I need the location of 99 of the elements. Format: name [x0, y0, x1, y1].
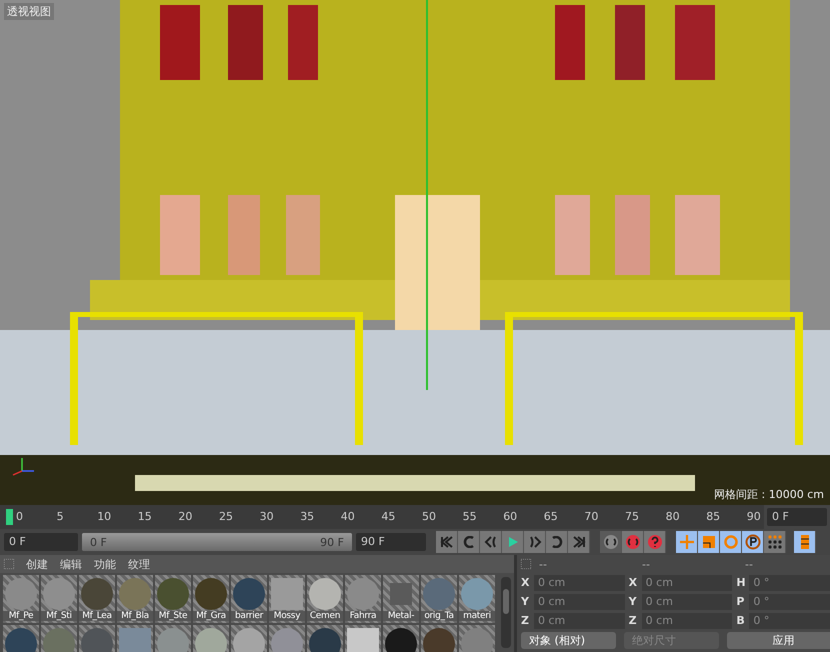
panel-grip-icon[interactable] — [4, 559, 14, 569]
coordinate-field[interactable]: 0 cm — [534, 612, 625, 628]
key-help-icon — [646, 534, 662, 550]
material-swatch[interactable]: Metal- — [383, 575, 419, 623]
frame-number: 90 — [746, 510, 761, 523]
frame-number: 15 — [138, 510, 152, 523]
frame-number: 85 — [706, 510, 720, 523]
prev-key-button[interactable] — [458, 531, 480, 553]
frame-number: 25 — [219, 510, 233, 523]
next-frame-button[interactable] — [524, 531, 546, 553]
last-button[interactable] — [568, 531, 590, 553]
scale-icon — [700, 534, 716, 550]
grid-icon — [766, 534, 782, 550]
axis-label: H — [736, 576, 746, 589]
frame-number: 20 — [178, 510, 192, 523]
frame-number: 0 — [16, 510, 23, 523]
coordinate-field[interactable]: 0 cm — [534, 594, 625, 610]
record-icon — [602, 534, 618, 550]
axis-label: X — [628, 576, 638, 589]
axis-label: B — [736, 614, 746, 627]
axis-label: Y — [521, 595, 530, 608]
frame-number: 60 — [503, 510, 518, 523]
next-key-button[interactable] — [546, 531, 568, 553]
frame-number: 35 — [300, 510, 314, 523]
param-tool-button[interactable] — [742, 531, 764, 553]
material-swatch[interactable]: orig_Ta — [421, 575, 457, 623]
first-button[interactable] — [436, 531, 458, 553]
material-swatch[interactable]: Mf_Lea — [79, 575, 115, 623]
axis-label: Z — [628, 614, 638, 627]
material-swatch[interactable]: Mf_Pe — [3, 575, 39, 623]
material-swatch[interactable]: materi — [459, 575, 495, 623]
material-swatch[interactable]: Mf_Sti — [41, 575, 77, 623]
coordinate-field[interactable]: 0 ° — [749, 574, 830, 590]
material-swatch[interactable]: Mf_Bla — [117, 575, 153, 623]
frame-number: 10 — [97, 510, 112, 523]
axis-label: Y — [628, 595, 638, 608]
frame-number: 75 — [625, 510, 639, 523]
material-swatch[interactable]: Mossy — [269, 575, 305, 623]
coordinate-field[interactable]: 0 ° — [749, 594, 830, 610]
film-tool-button[interactable] — [794, 531, 816, 553]
menu-item[interactable]: 创建 — [26, 556, 48, 572]
viewport-title: 透视视图 — [4, 3, 54, 20]
next-frame-icon — [528, 536, 542, 548]
material-swatch[interactable]: Fahrra — [345, 575, 381, 623]
grid-tool-button[interactable] — [764, 531, 786, 553]
material-swatch[interactable]: Mf_Ste — [155, 575, 191, 623]
play-button[interactable] — [502, 531, 524, 553]
frame-number: 5 — [56, 510, 64, 523]
playhead-marker[interactable] — [6, 509, 13, 525]
axis-label: Z — [521, 614, 530, 627]
coordinate-field[interactable]: 0 cm — [642, 594, 732, 610]
rotate-tool-button[interactable] — [720, 531, 742, 553]
axis-gizmo-icon — [10, 455, 36, 477]
column-header: -- — [642, 558, 651, 570]
param-icon — [744, 534, 760, 550]
material-swatch[interactable]: Cemen — [307, 575, 343, 623]
apply-button[interactable]: 应用 — [727, 632, 830, 649]
frame-number: 65 — [544, 510, 558, 523]
menu-item[interactable]: 纹理 — [128, 556, 150, 572]
move-tool-button[interactable] — [676, 531, 698, 553]
menu-item[interactable]: 功能 — [94, 556, 116, 572]
next-key-icon — [550, 536, 564, 548]
frame-number: 45 — [381, 510, 396, 523]
start-frame-field[interactable]: 0 F — [4, 533, 78, 551]
frame-number: 55 — [462, 510, 477, 523]
prev-frame-icon — [484, 536, 498, 548]
coordinate-field[interactable]: 0 cm — [642, 574, 732, 590]
prev-frame-button[interactable] — [480, 531, 502, 553]
coordinate-field[interactable]: 0 cm — [534, 574, 625, 590]
material-swatch[interactable]: Mf_Gra — [193, 575, 229, 623]
scale-tool-button[interactable] — [698, 531, 720, 553]
key-help-button[interactable] — [644, 531, 666, 553]
prev-key-icon — [462, 536, 476, 548]
rotate-icon — [722, 534, 738, 550]
coordinate-field[interactable]: 0 cm — [642, 612, 732, 628]
axis-label: X — [521, 576, 530, 589]
frame-number: 30 — [260, 510, 274, 523]
material-swatch[interactable]: barrier — [231, 575, 267, 623]
coordinate-field[interactable]: 0 ° — [749, 612, 830, 628]
menu-item[interactable]: 编辑 — [60, 556, 82, 572]
end-frame-field[interactable]: 90 F — [356, 533, 426, 551]
frame-range-slider[interactable]: 0 F 90 F — [82, 533, 352, 551]
current-frame-field[interactable]: 0 F — [767, 508, 827, 526]
auto-key-button[interactable] — [622, 531, 644, 553]
move-icon — [678, 534, 694, 550]
grid-spacing-label: 网格间距 : 10000 cm — [714, 487, 824, 502]
frame-number: 70 — [584, 510, 598, 523]
column-header: -- — [745, 558, 754, 570]
frame-number: 40 — [340, 510, 355, 523]
last-icon — [572, 536, 586, 548]
frame-number: 50 — [422, 510, 436, 523]
first-icon — [440, 536, 454, 548]
scrollbar[interactable] — [501, 577, 511, 648]
frame-number: 80 — [666, 510, 680, 523]
mode-dropdown[interactable]: 对象 (相对) — [521, 632, 616, 649]
panel-grip-icon[interactable] — [521, 559, 531, 569]
column-header: -- — [539, 558, 548, 570]
axis-label: P — [736, 595, 746, 608]
auto-key-icon — [624, 534, 640, 550]
